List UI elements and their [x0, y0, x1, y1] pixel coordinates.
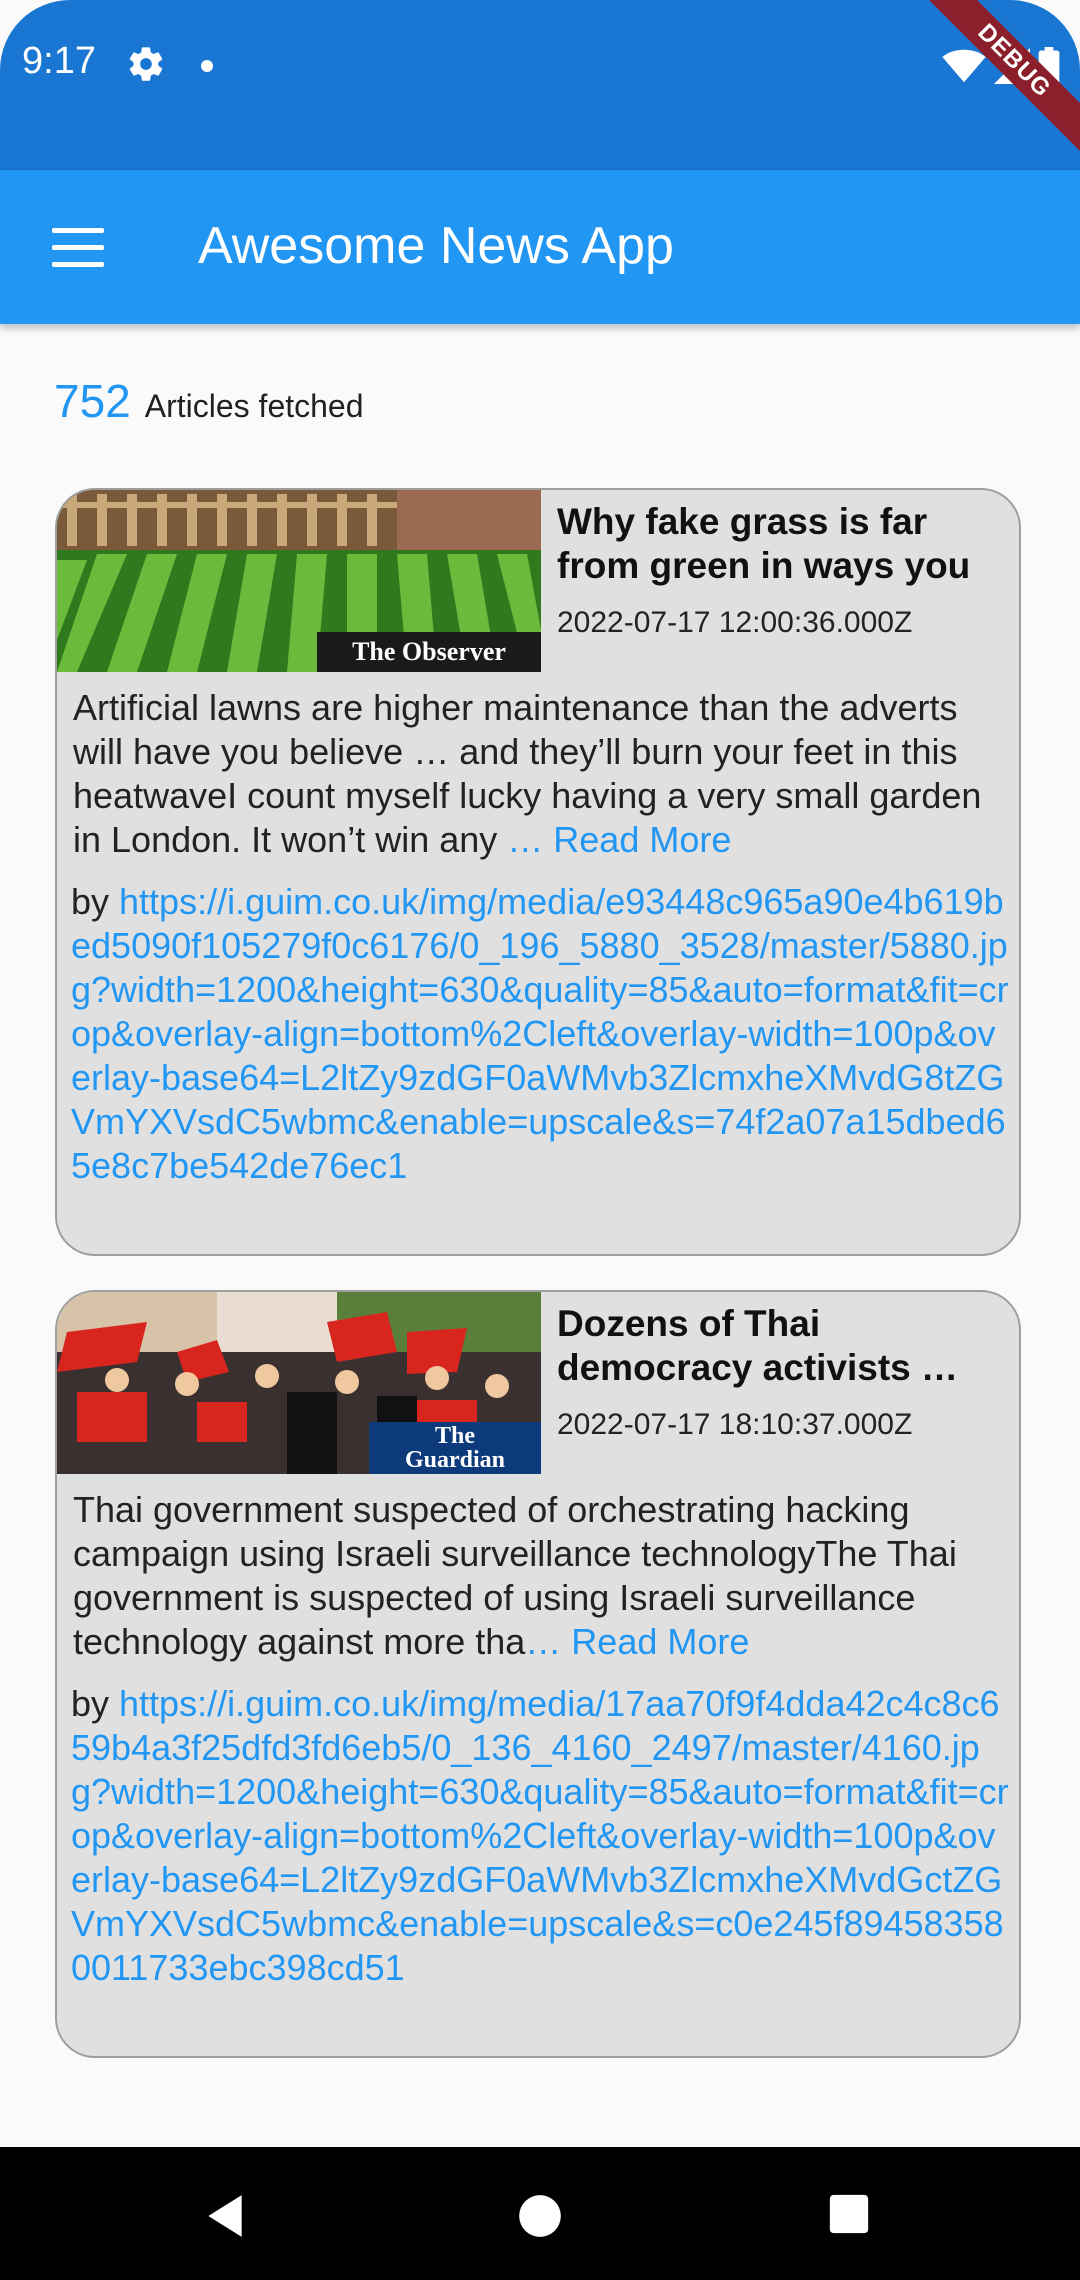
article-description: Artificial lawns are higher maintenance …: [57, 672, 1019, 862]
notification-dot-icon: [201, 60, 213, 72]
byline-prefix: by: [71, 881, 120, 922]
menu-icon[interactable]: [52, 228, 104, 267]
status-time: 9:17: [22, 40, 96, 82]
settings-icon: [129, 47, 163, 81]
article-byline: by https://i.guim.co.uk/img/media/17aa70…: [57, 1664, 1019, 2002]
article-url-link[interactable]: https://i.guim.co.uk/img/media/e93448c96…: [71, 881, 1009, 1186]
read-more-link[interactable]: … Read More: [507, 819, 731, 860]
article-date: 2022-07-17 18:10:37.000Z: [557, 1408, 913, 1441]
source-badge: The Observer: [317, 632, 541, 672]
description-text: Thai government suspected of orchestrati…: [73, 1489, 957, 1662]
article-date: 2022-07-17 12:00:36.000Z: [557, 606, 913, 639]
source-badge-line1: The: [434, 1423, 475, 1449]
article-byline: by https://i.guim.co.uk/img/media/e93448…: [57, 862, 1019, 1200]
source-badge: The Guardian: [369, 1422, 541, 1474]
article-title[interactable]: Why fake grass is far from green in ways…: [557, 500, 1003, 588]
back-icon[interactable]: [200, 2191, 250, 2241]
articles-count-label: Articles fetched: [144, 388, 364, 424]
wifi-icon: [942, 49, 986, 83]
home-icon[interactable]: [515, 2191, 565, 2241]
article-thumbnail: The Observer: [57, 490, 541, 672]
articles-count-row: 752 Articles fetched: [54, 374, 364, 428]
articles-count: 752: [54, 375, 131, 427]
status-bar: 9:17 DEBUG: [0, 0, 1080, 170]
app-title: Awesome News App: [198, 217, 674, 275]
article-description: Thai government suspected of orchestrati…: [57, 1474, 1019, 1664]
source-badge-line2: Guardian: [404, 1447, 506, 1473]
article-url-link[interactable]: https://i.guim.co.uk/img/media/17aa70f9f…: [71, 1683, 1009, 1988]
app-bar: Awesome News App: [0, 170, 1080, 324]
article-card[interactable]: The Observer Why fake grass is far from …: [55, 488, 1021, 1256]
navigation-bar: [0, 2147, 1080, 2280]
read-more-link[interactable]: … Read More: [525, 1621, 749, 1662]
byline-prefix: by: [71, 1683, 120, 1724]
article-thumbnail: The Guardian: [57, 1292, 541, 1474]
article-title[interactable]: Dozens of Thai democracy activists …: [557, 1302, 1003, 1390]
article-card[interactable]: The Guardian Dozens of Thai democracy ac…: [55, 1290, 1021, 2058]
recents-icon[interactable]: [826, 2191, 872, 2237]
